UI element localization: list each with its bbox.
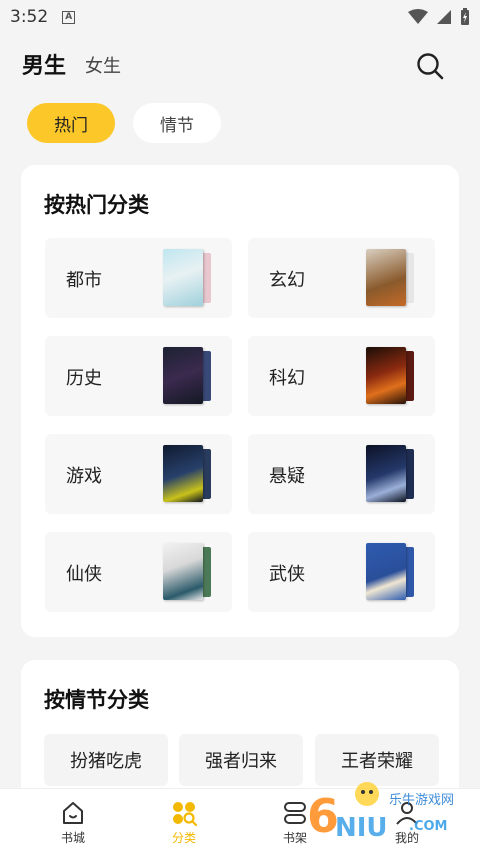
plot-tag-qiangzhe[interactable]: 强者归来 (179, 734, 303, 786)
category-grid-icon (173, 802, 197, 826)
book-cover (163, 543, 215, 600)
svg-text:NIU: NIU (335, 813, 388, 843)
home-icon (63, 802, 83, 824)
watermark-text: 乐牛游戏网 (389, 793, 454, 808)
category-xuanyi[interactable]: 悬疑 (248, 434, 435, 514)
plot-tag-banzhu[interactable]: 扮猪吃虎 (44, 734, 168, 786)
watermark-domain: .COM (409, 819, 447, 834)
category-xianxia[interactable]: 仙侠 (45, 532, 232, 612)
category-label: 仙侠 (66, 564, 102, 585)
nav-label: 分类 (171, 831, 196, 845)
category-xuanhuan[interactable]: 玄幻 (248, 238, 435, 318)
nav-label: 书城 (60, 831, 85, 845)
status-time: 3:52 (10, 7, 49, 27)
filter-plot-chip[interactable]: 情节 (133, 103, 221, 143)
tab-female[interactable]: 女生 (85, 52, 121, 78)
nav-category[interactable]: 分类 (129, 789, 239, 853)
header: 男生 女生 (0, 40, 480, 90)
category-label: 悬疑 (269, 466, 305, 487)
search-icon[interactable] (414, 50, 446, 82)
book-cover (163, 445, 215, 502)
nav-bookstore[interactable]: 书城 (18, 789, 128, 853)
book-cover (163, 347, 215, 404)
category-youxi[interactable]: 游戏 (45, 434, 232, 514)
category-label: 游戏 (66, 466, 102, 487)
book-cover (366, 543, 418, 600)
hot-section-title: 按热门分类 (44, 193, 149, 217)
category-kehuan[interactable]: 科幻 (248, 336, 435, 416)
battery-icon (461, 8, 469, 25)
plot-section-title: 按情节分类 (44, 688, 149, 712)
category-label: 武侠 (269, 564, 305, 585)
status-indicators (408, 8, 470, 26)
category-lishi[interactable]: 历史 (45, 336, 232, 416)
category-wuxia[interactable]: 武侠 (248, 532, 435, 612)
signal-icon (437, 10, 451, 24)
book-cover (366, 249, 418, 306)
watermark-logo: 6 NIU 乐牛游戏网 .COM (305, 774, 477, 844)
category-label: 历史 (66, 368, 102, 389)
category-label: 都市 (66, 270, 102, 291)
category-label: 科幻 (269, 368, 305, 389)
nav-label: 书架 (282, 831, 307, 845)
hot-category-card: 按热门分类 都市 玄幻 历史 科幻 游戏 悬疑 仙侠 武侠 (21, 165, 459, 637)
book-cover (366, 347, 418, 404)
book-cover (163, 249, 215, 306)
status-bar: 3:52 A (0, 0, 480, 34)
category-dushi[interactable]: 都市 (45, 238, 232, 318)
filter-hot-chip[interactable]: 热门 (27, 103, 115, 143)
book-cover (366, 445, 418, 502)
notification-icon: A (62, 10, 76, 24)
wifi-icon (408, 9, 428, 24)
category-label: 玄幻 (269, 270, 305, 291)
tab-male[interactable]: 男生 (22, 48, 66, 80)
